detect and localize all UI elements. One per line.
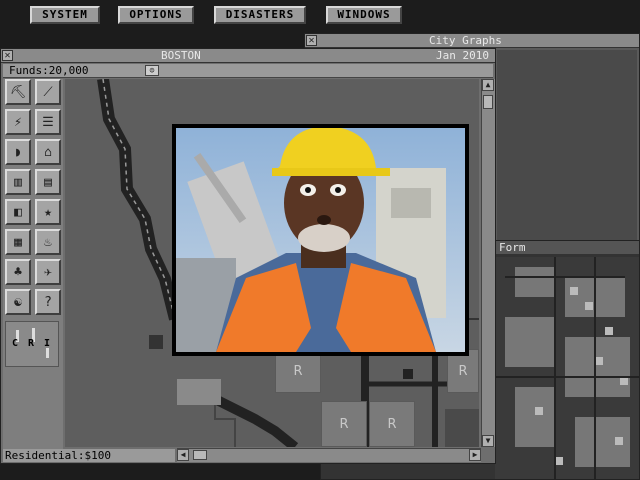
query-window-icon[interactable]: ◧ — [5, 199, 31, 225]
map-graphic — [495, 257, 639, 479]
park-icon[interactable]: ♣ — [5, 259, 31, 285]
residential-zone[interactable]: R — [369, 401, 415, 447]
zone-letter: R — [387, 416, 397, 432]
close-icon[interactable]: ✕ — [2, 50, 13, 61]
rail-icon[interactable]: ☰ — [35, 109, 61, 135]
water-pipe-icon[interactable]: ◗ — [5, 139, 31, 165]
menu-options[interactable]: OPTIONS — [118, 6, 194, 24]
graphs-canvas — [497, 50, 637, 240]
toolbox: ⛏ ⟋ ⚡ ☰ ◗ ⌂ ▥ ▤ ◧ ★ ▦ ♨ ♣ ✈ ☯ ? — [3, 79, 63, 461]
scroll-down-icon[interactable]: ▼ — [482, 435, 494, 447]
menu-system[interactable]: SYSTEM — [30, 6, 100, 24]
vertical-scroll-thumb[interactable] — [483, 95, 493, 109]
horizontal-scroll-thumb[interactable] — [193, 450, 207, 460]
close-icon[interactable]: ✕ — [306, 35, 317, 46]
signs-icon[interactable]: ☯ — [5, 289, 31, 315]
zone-letter: R — [458, 363, 468, 379]
rci-demand-indicator: C R I — [5, 321, 59, 367]
police-icon[interactable]: ★ — [35, 199, 61, 225]
scroll-left-icon[interactable]: ◀ — [177, 449, 189, 461]
advisor-popup[interactable] — [172, 124, 469, 356]
status-text: Residential:$100 — [5, 449, 111, 462]
menu-bar: SYSTEM OPTIONS DISASTERS WINDOWS — [0, 0, 640, 30]
road-icon[interactable]: ⟋ — [35, 79, 61, 105]
mayor-icon[interactable]: ☺ — [145, 65, 159, 76]
worker-image — [176, 128, 465, 352]
residential-zone-icon[interactable]: ⌂ — [35, 139, 61, 165]
demand-label-r: R — [28, 338, 35, 349]
scroll-right-icon[interactable]: ▶ — [469, 449, 481, 461]
graphs-titlebar[interactable]: ✕ City Graphs — [305, 34, 639, 48]
vertical-scrollbar[interactable]: ▲ ▼ — [481, 79, 495, 447]
fire-station-icon[interactable]: ▦ — [5, 229, 31, 255]
city-name: BOSTON — [161, 49, 201, 62]
menu-disasters[interactable]: DISASTERS — [214, 6, 306, 24]
funds-bar: Funds:20,000 ☺ — [3, 64, 493, 78]
map-title: Form — [499, 241, 526, 254]
city-overview-map[interactable] — [495, 257, 639, 479]
menu-windows[interactable]: WINDOWS — [326, 6, 402, 24]
power-line-icon[interactable]: ⚡ — [5, 109, 31, 135]
demand-label-i: I — [44, 338, 51, 349]
help-icon[interactable]: ? — [35, 289, 61, 315]
bulldozer-icon[interactable]: ⛏ — [5, 79, 31, 105]
commercial-zone-icon[interactable]: ▤ — [35, 169, 61, 195]
residential-zone[interactable]: R — [321, 401, 367, 447]
zone-letter: R — [293, 363, 303, 379]
airport-icon[interactable]: ✈ — [35, 259, 61, 285]
demand-label-c: C — [12, 338, 19, 349]
power-plant-icon[interactable]: ♨ — [35, 229, 61, 255]
industrial-zone-icon[interactable]: ▥ — [5, 169, 31, 195]
demand-bar-i — [46, 348, 49, 358]
scroll-up-icon[interactable]: ▲ — [482, 79, 494, 91]
zone-letter: R — [339, 416, 349, 432]
city-titlebar[interactable]: ✕ BOSTON Jan 2010 — [1, 49, 495, 63]
funds-display: Funds:20,000 — [9, 64, 89, 77]
construction-worker-photo — [176, 128, 465, 352]
city-date: Jan 2010 — [436, 49, 489, 62]
status-bar: Residential:$100 — [3, 449, 175, 462]
graphs-title: City Graphs — [429, 34, 502, 47]
horizontal-scrollbar[interactable]: ◀ ▶ — [177, 448, 481, 462]
